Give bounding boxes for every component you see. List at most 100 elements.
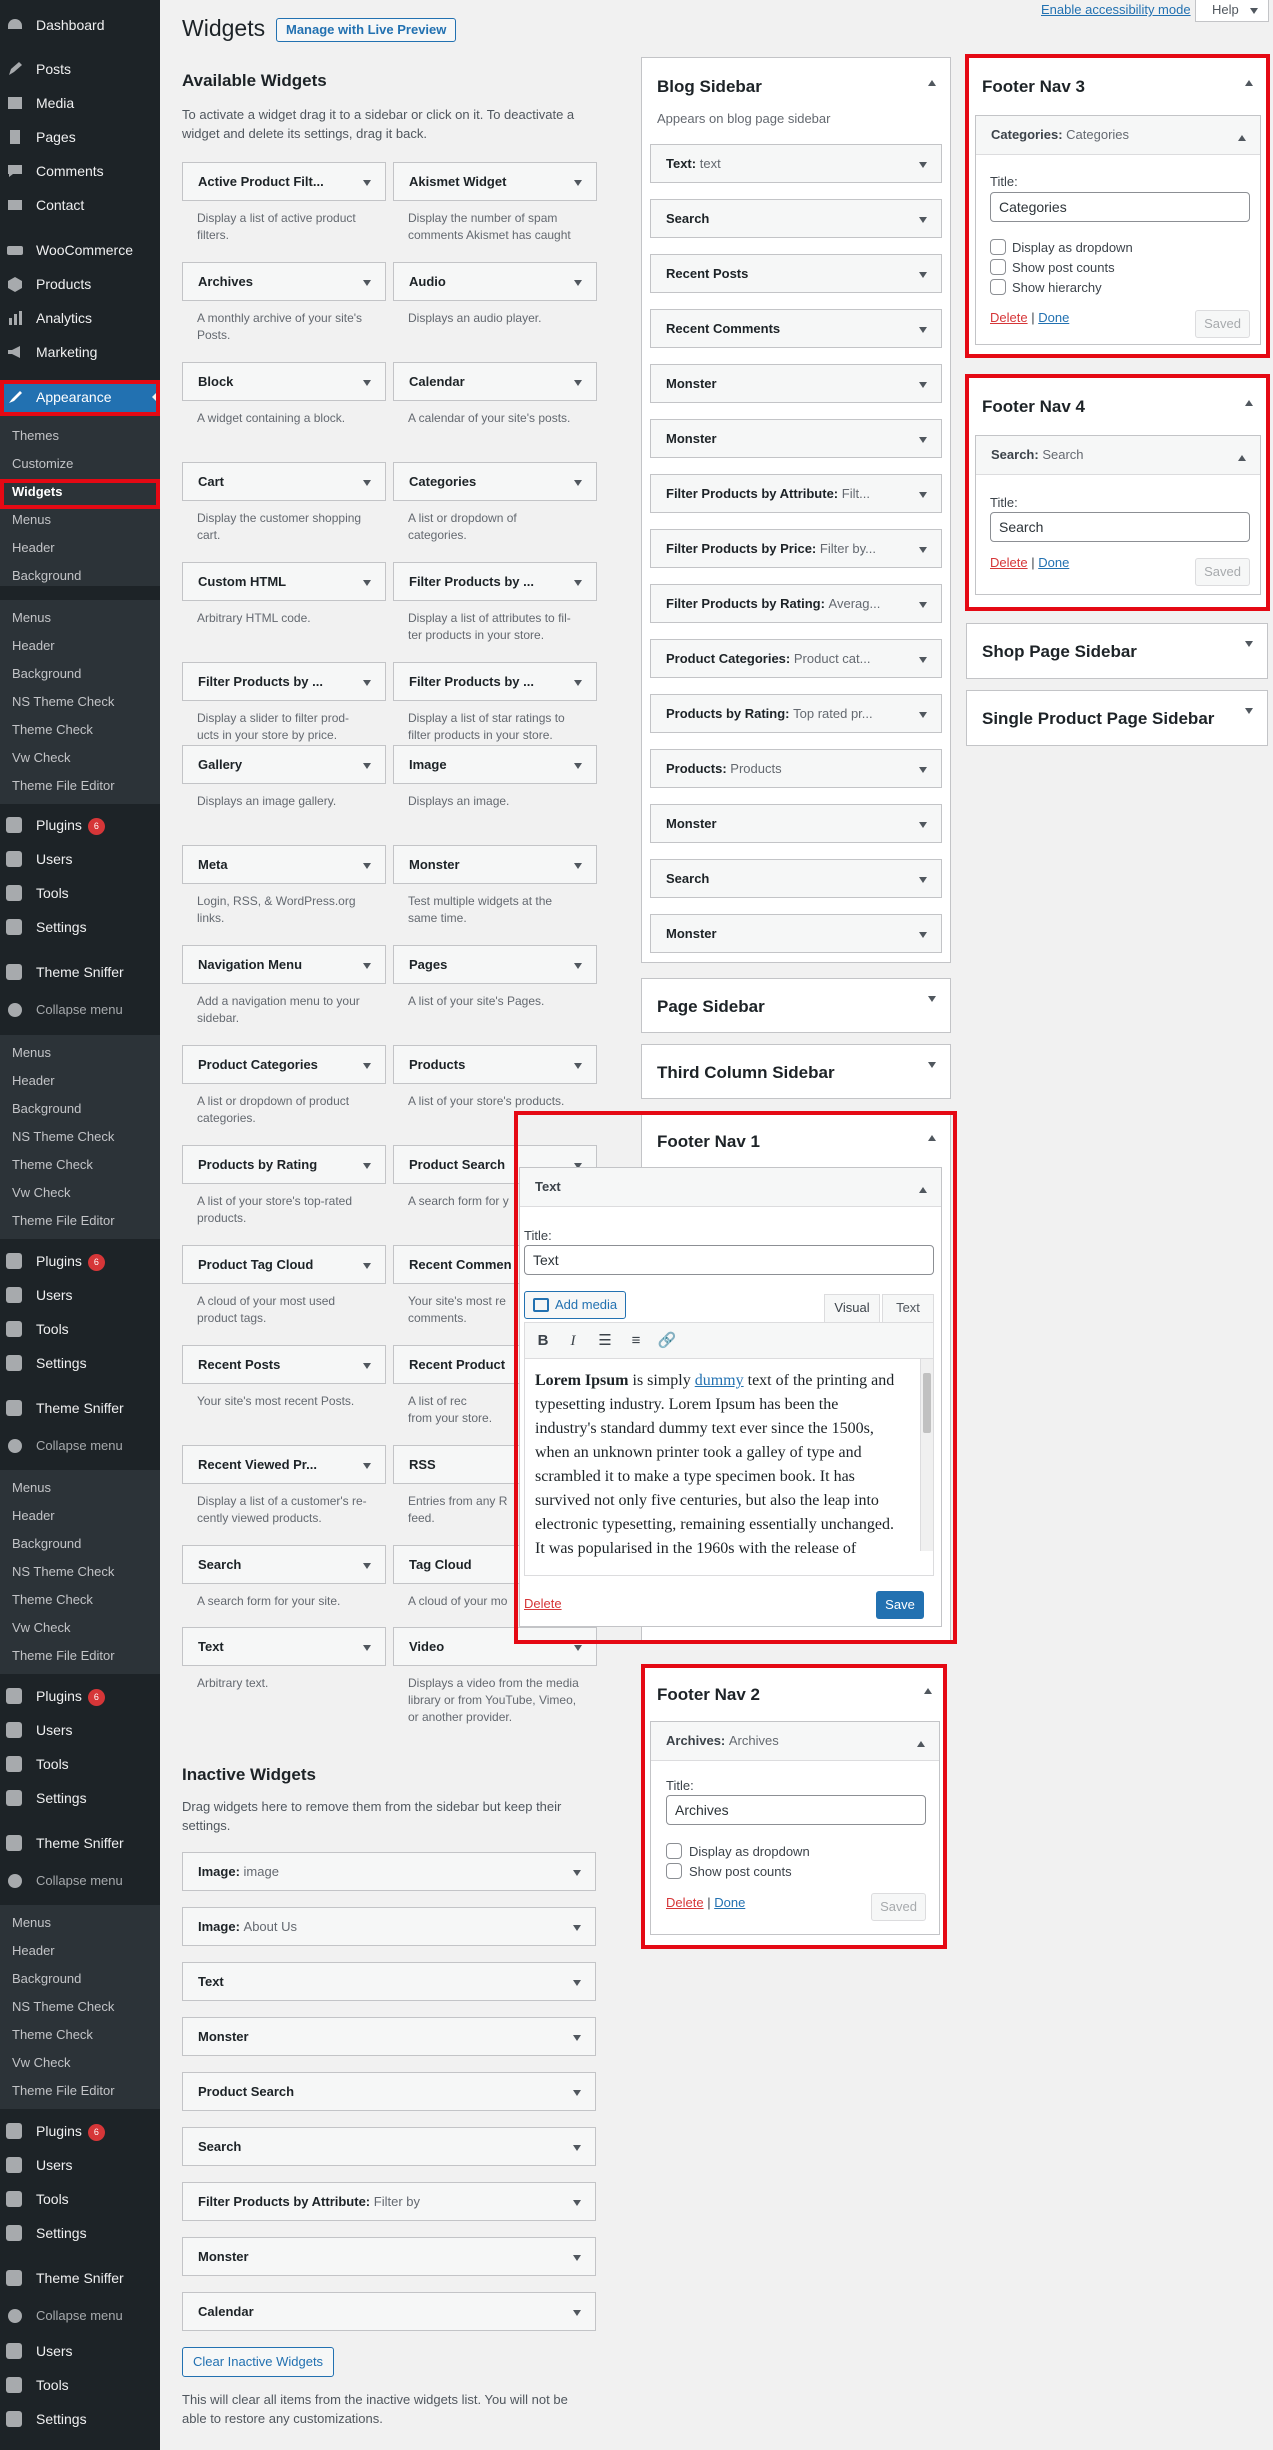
- menu-dashboard[interactable]: Dashboard: [0, 8, 160, 42]
- available-widget-products-19[interactable]: Products: [393, 1045, 597, 1084]
- single-product-page-sidebar[interactable]: Single Product Page Sidebar: [966, 690, 1268, 746]
- submenu-menus-b[interactable]: Menus: [12, 1043, 51, 1063]
- help-button[interactable]: Help: [1195, 0, 1269, 22]
- footer-nav-1-header[interactable]: Footer Nav 1: [642, 1113, 950, 1163]
- submenu-ns-theme-check-b[interactable]: NS Theme Check: [12, 1127, 114, 1147]
- search-delete-link[interactable]: Delete: [990, 555, 1028, 570]
- submenu-theme-file-editor-d[interactable]: Theme File Editor: [12, 2081, 115, 2101]
- archives-counts-checkbox[interactable]: [666, 1863, 682, 1879]
- inactive-widget-monster-3[interactable]: Monster: [182, 2017, 596, 2056]
- menu-comments[interactable]: Comments: [0, 154, 160, 188]
- submenu-ns-theme-check-a[interactable]: NS Theme Check: [12, 692, 114, 712]
- archives-widget-header[interactable]: Archives: Archives: [651, 1722, 939, 1761]
- available-widget-active-product-filt-0[interactable]: Active Product Filt...: [182, 162, 386, 201]
- add-media-button[interactable]: Add media: [524, 1291, 627, 1319]
- submenu-background[interactable]: Background: [12, 566, 81, 586]
- available-widget-filter-products-by-9[interactable]: Filter Products by ...: [393, 562, 597, 601]
- search-widget-header[interactable]: Search: Search: [976, 436, 1260, 475]
- menu-settings-d[interactable]: Settings: [0, 2216, 160, 2250]
- submenu-header-c[interactable]: Header: [12, 1506, 55, 1526]
- submenu-menus-d[interactable]: Menus: [12, 1913, 51, 1933]
- submenu-vw-check-d[interactable]: Vw Check: [12, 2053, 71, 2073]
- available-widget-categories-7[interactable]: Categories: [393, 462, 597, 501]
- blog-widget-filter-products-by-price-7[interactable]: Filter Products by Price: Filter by...: [650, 529, 942, 568]
- categories-title-input[interactable]: Categories: [990, 192, 1250, 222]
- available-widget-image-13[interactable]: Image: [393, 745, 597, 784]
- submenu-customize[interactable]: Customize: [12, 454, 73, 474]
- numbered-list-icon[interactable]: ≡: [626, 1332, 646, 1350]
- menu-analytics[interactable]: Analytics: [0, 301, 160, 335]
- bullet-list-icon[interactable]: ☰: [595, 1332, 615, 1350]
- blog-sidebar-header[interactable]: Blog Sidebar: [642, 58, 950, 108]
- submenu-header[interactable]: Header: [12, 538, 55, 558]
- categories-hierarchy-checkbox[interactable]: [990, 279, 1006, 295]
- available-widget-video-31[interactable]: Video: [393, 1627, 597, 1666]
- categories-dropdown-checkbox[interactable]: [990, 239, 1006, 255]
- text-title-input[interactable]: Text: [524, 1245, 934, 1275]
- categories-delete-link[interactable]: Delete: [990, 310, 1028, 325]
- accessibility-mode-link[interactable]: Enable accessibility mode: [1041, 2, 1191, 17]
- available-widget-filter-products-by-11[interactable]: Filter Products by ...: [393, 662, 597, 701]
- menu-theme-sniffer-a[interactable]: Theme Sniffer: [0, 955, 160, 989]
- menu-theme-sniffer-b[interactable]: Theme Sniffer: [0, 1391, 160, 1425]
- submenu-theme-file-editor-b[interactable]: Theme File Editor: [12, 1211, 115, 1231]
- blog-widget-search-1[interactable]: Search: [650, 199, 942, 238]
- submenu-menus-a[interactable]: Menus: [12, 608, 51, 628]
- menu-plugins-d[interactable]: Plugins 6: [0, 2114, 160, 2148]
- blog-widget-recent-comments-3[interactable]: Recent Comments: [650, 309, 942, 348]
- text-widget-header[interactable]: Text: [520, 1168, 941, 1207]
- menu-settings-b[interactable]: Settings: [0, 1346, 160, 1380]
- search-title-input[interactable]: Search: [990, 512, 1250, 542]
- blog-widget-filter-products-by-rating-8[interactable]: Filter Products by Rating: Averag...: [650, 584, 942, 623]
- available-widget-archives-2[interactable]: Archives: [182, 262, 386, 301]
- third-column-sidebar[interactable]: Third Column Sidebar: [641, 1044, 951, 1099]
- menu-plugins-b[interactable]: Plugins 6: [0, 1244, 160, 1278]
- collapse-menu-b[interactable]: Collapse menu: [0, 1431, 160, 1461]
- footer-nav-4-header[interactable]: Footer Nav 4: [967, 378, 1267, 428]
- menu-posts[interactable]: Posts: [0, 52, 160, 86]
- inactive-widget-calendar-8[interactable]: Calendar: [182, 2292, 596, 2331]
- clear-inactive-button[interactable]: Clear Inactive Widgets: [182, 2347, 335, 2377]
- blog-widget-monster-12[interactable]: Monster: [650, 804, 942, 843]
- inactive-widget-product-search-4[interactable]: Product Search: [182, 2072, 596, 2111]
- menu-plugins-c[interactable]: Plugins 6: [0, 1679, 160, 1713]
- editor-scrollbar[interactable]: [920, 1359, 933, 1551]
- available-widget-product-tag-cloud-22[interactable]: Product Tag Cloud: [182, 1245, 386, 1284]
- submenu-theme-check-d[interactable]: Theme Check: [12, 2025, 93, 2045]
- live-preview-button[interactable]: Manage with Live Preview: [276, 18, 457, 42]
- menu-pages[interactable]: Pages: [0, 120, 160, 154]
- menu-woocommerce[interactable]: WooCommerce: [0, 233, 160, 267]
- archives-delete-link[interactable]: Delete: [666, 1895, 704, 1910]
- menu-tools-c[interactable]: Tools: [0, 1747, 160, 1781]
- blog-widget-text-0[interactable]: Text: text: [650, 144, 942, 183]
- available-widget-cart-6[interactable]: Cart: [182, 462, 386, 501]
- submenu-ns-theme-check-c[interactable]: NS Theme Check: [12, 1562, 114, 1582]
- categories-done-link[interactable]: Done: [1038, 310, 1069, 325]
- available-widget-block-4[interactable]: Block: [182, 362, 386, 401]
- menu-contact[interactable]: Contact: [0, 188, 160, 222]
- menu-appearance[interactable]: Appearance: [0, 380, 160, 414]
- menu-settings-final[interactable]: Settings: [0, 2402, 160, 2436]
- editor-content[interactable]: Lorem Ipsum is simply dummy text of the …: [524, 1358, 934, 1576]
- inactive-widget-search-5[interactable]: Search: [182, 2127, 596, 2166]
- menu-users-d[interactable]: Users: [0, 2148, 160, 2182]
- inactive-widget-image-0[interactable]: Image: image: [182, 1852, 596, 1891]
- tab-text[interactable]: Text: [882, 1294, 934, 1322]
- submenu-theme-check-a[interactable]: Theme Check: [12, 720, 93, 740]
- blog-widget-products-by-rating-10[interactable]: Products by Rating: Top rated pr...: [650, 694, 942, 733]
- available-widget-custom-html-8[interactable]: Custom HTML: [182, 562, 386, 601]
- available-widget-gallery-12[interactable]: Gallery: [182, 745, 386, 784]
- submenu-menus[interactable]: Menus: [12, 510, 51, 530]
- italic-icon[interactable]: I: [563, 1332, 583, 1350]
- submenu-themes[interactable]: Themes: [12, 426, 59, 446]
- available-widget-monster-15[interactable]: Monster: [393, 845, 597, 884]
- available-widget-search-28[interactable]: Search: [182, 1545, 386, 1584]
- available-widget-product-categories-18[interactable]: Product Categories: [182, 1045, 386, 1084]
- blog-widget-filter-products-by-attribute-6[interactable]: Filter Products by Attribute: Filt...: [650, 474, 942, 513]
- menu-plugins-a[interactable]: Plugins 6: [0, 808, 160, 842]
- menu-theme-sniffer-c[interactable]: Theme Sniffer: [0, 1826, 160, 1860]
- text-delete-link[interactable]: Delete: [524, 1596, 562, 1611]
- text-save-button[interactable]: Save: [876, 1591, 924, 1619]
- submenu-background-d[interactable]: Background: [12, 1969, 81, 1989]
- available-widget-akismet-widget-1[interactable]: Akismet Widget: [393, 162, 597, 201]
